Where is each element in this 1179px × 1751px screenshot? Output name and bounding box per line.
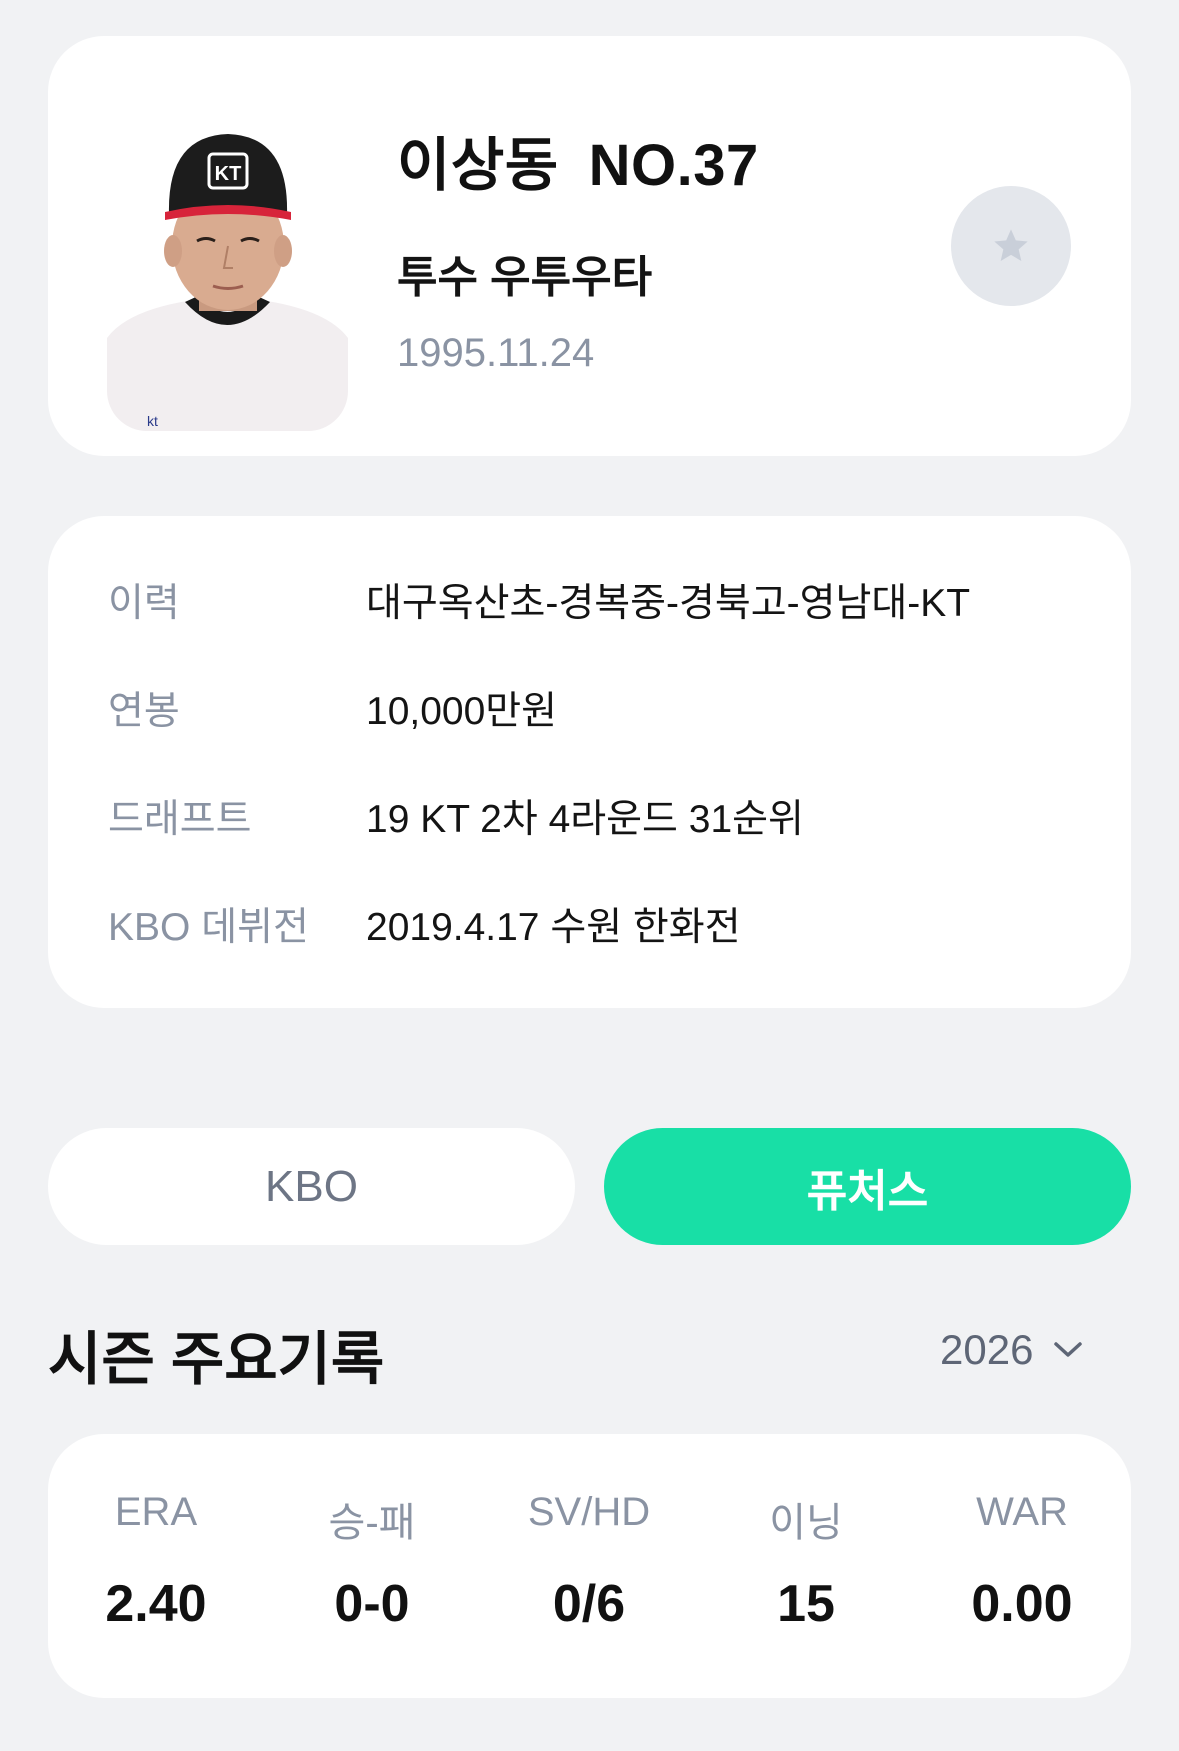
- player-birth-date: 1995.11.24: [397, 331, 595, 375]
- tab-kbo[interactable]: KBO: [48, 1128, 575, 1245]
- info-value: 19 KT 2차 4라운드 31순위: [366, 798, 804, 841]
- year-value: 2026: [940, 1326, 1034, 1373]
- player-name: 이상동: [397, 133, 559, 198]
- info-label: KBO 데뷔전: [108, 906, 309, 949]
- player-number: NO.37: [588, 133, 759, 198]
- player-info-card: 이력 대구옥산초-경복중-경북고-영남대-KT 연봉 10,000만원 드래프트…: [48, 516, 1131, 1008]
- player-profile-card: kt KT 이상동 NO.37 투수 우투우타 1995.11.24: [48, 36, 1131, 456]
- stat-sv-hd: SV/HD 0/6: [481, 1434, 697, 1698]
- stat-label: WAR: [976, 1490, 1068, 1534]
- stat-value: 0-0: [334, 1575, 410, 1633]
- info-value: 대구옥산초-경복중-경북고-영남대-KT: [366, 582, 971, 625]
- tab-futures[interactable]: 퓨처스: [604, 1128, 1131, 1245]
- info-value: 10,000만원: [366, 690, 558, 733]
- star-icon: [994, 229, 1028, 261]
- player-photo: kt KT: [107, 116, 348, 431]
- stat-win-loss: 승-패 0-0: [264, 1434, 480, 1698]
- stat-innings: 이닝 15: [698, 1434, 914, 1698]
- season-records-title: 시즌 주요기록: [48, 1327, 385, 1392]
- info-row-draft: 드래프트 19 KT 2차 4라운드 31순위: [108, 786, 804, 846]
- player-position: 투수 우투우타: [397, 253, 653, 302]
- info-label: 이력: [108, 582, 180, 625]
- info-label: 드래프트: [108, 798, 252, 841]
- stat-war: WAR 0.00: [914, 1434, 1130, 1698]
- season-stats-card: ERA 2.40 승-패 0-0 SV/HD 0/6 이닝 15 WAR 0.0…: [48, 1434, 1131, 1698]
- stat-label: SV/HD: [527, 1490, 651, 1534]
- info-row-salary: 연봉 10,000만원: [108, 678, 557, 738]
- stat-value: 0.00: [971, 1575, 1073, 1633]
- cap-logo-text: KT: [215, 163, 242, 185]
- info-label: 연봉: [108, 690, 180, 733]
- stat-label: ERA: [114, 1490, 198, 1534]
- svg-text:kt: kt: [147, 413, 158, 429]
- stat-value: 15: [777, 1575, 835, 1633]
- info-value: 2019.4.17 수원 한화전: [366, 906, 741, 949]
- stat-label: 이닝: [769, 1501, 843, 1545]
- info-row-debut: KBO 데뷔전 2019.4.17 수원 한화전: [108, 894, 741, 954]
- info-row-career: 이력 대구옥산초-경복중-경북고-영남대-KT: [108, 570, 970, 630]
- chevron-down-icon: [1054, 1342, 1083, 1357]
- year-selector[interactable]: 2026: [940, 1318, 1083, 1382]
- stat-label: 승-패: [328, 1501, 416, 1545]
- stat-value: 0/6: [552, 1575, 626, 1633]
- favorite-button[interactable]: [951, 186, 1071, 306]
- stat-era: ERA 2.40: [48, 1434, 264, 1698]
- player-name-line: 이상동 NO.37: [397, 118, 759, 202]
- stat-value: 2.40: [105, 1575, 207, 1633]
